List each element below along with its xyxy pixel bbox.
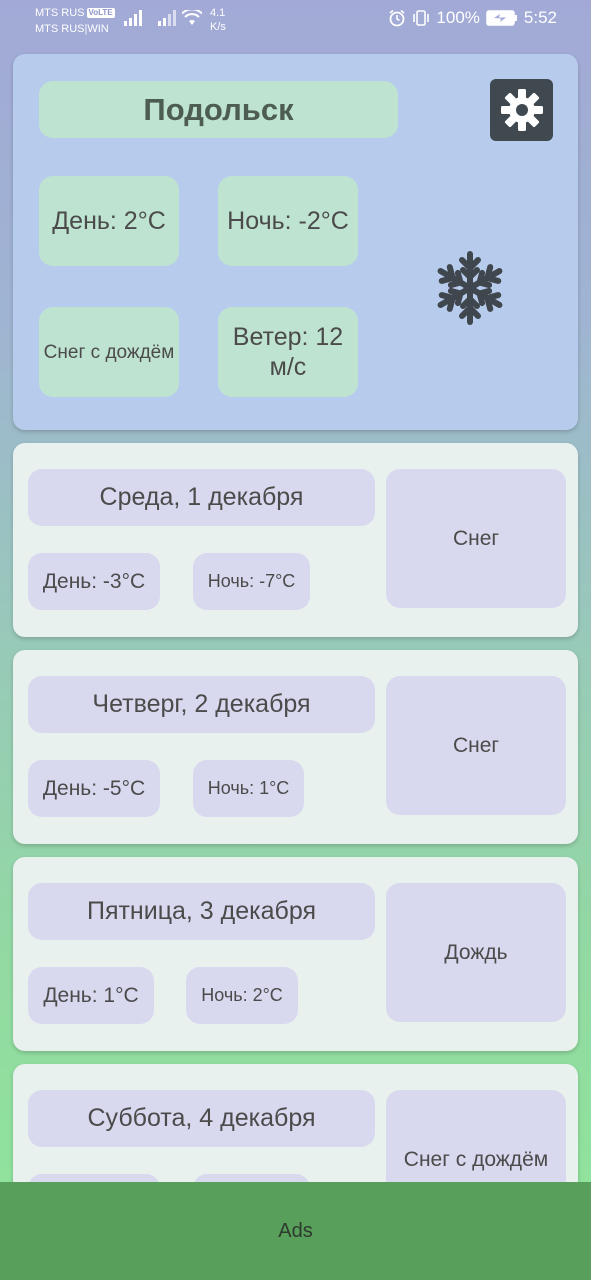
battery-percent: 100% <box>436 8 480 27</box>
battery-icon <box>486 10 517 26</box>
forecast-condition: Снег <box>386 676 566 815</box>
carrier-1: MTS RUS <box>35 7 85 19</box>
settings-button[interactable] <box>490 79 553 141</box>
forecast-night-temp: Ночь: 2°C <box>186 967 298 1024</box>
gear-icon <box>500 89 543 131</box>
snowflake-icon <box>430 251 510 328</box>
ad-banner[interactable]: Ads <box>0 1182 591 1280</box>
wifi-icon <box>182 10 202 25</box>
forecast-night-temp: Ночь: -7°C <box>193 553 310 610</box>
clock: 5:52 <box>523 8 557 27</box>
status-bar: MTS RUS VoLTE MTS RUS|WIN 4.1 K/s 100% 5… <box>0 0 591 40</box>
forecast-card[interactable]: Четверг, 2 декабря День: -5°C Ночь: 1°C … <box>13 650 578 844</box>
forecast-day-temp: День: -3°C <box>28 553 160 610</box>
network-speed: 4.1 K/s <box>210 7 226 33</box>
forecast-card[interactable]: Пятница, 3 декабря День: 1°C Ночь: 2°C Д… <box>13 857 578 1051</box>
forecast-night-temp: Ночь: 1°C <box>193 760 304 817</box>
forecast-day-temp: День: -5°C <box>28 760 160 817</box>
ad-label: Ads <box>278 1219 313 1242</box>
city-name[interactable]: Подольск <box>39 81 398 138</box>
forecast-date: Четверг, 2 декабря <box>28 676 375 733</box>
current-weather-card: Подольск День: 2°C Ночь: -2°C Снег с дож… <box>13 54 578 430</box>
current-night-temp: Ночь: -2°C <box>218 176 358 266</box>
alarm-icon <box>389 9 405 27</box>
current-wind: Ветер: 12 м/с <box>218 307 358 397</box>
carrier-2: MTS RUS|WIN <box>35 23 109 35</box>
forecast-date: Суббота, 4 декабря <box>28 1090 375 1147</box>
vibrate-icon <box>413 10 430 26</box>
carrier-info: MTS RUS VoLTE MTS RUS|WIN <box>35 5 115 37</box>
status-right: 100% 5:52 <box>388 8 557 28</box>
forecast-day-temp: День: 1°C <box>28 967 154 1024</box>
signal-icon-2 <box>158 10 176 26</box>
volte-badge: VoLTE <box>86 8 115 18</box>
current-condition: Снег с дождём <box>39 307 179 397</box>
forecast-condition: Снег <box>386 469 566 608</box>
forecast-date: Среда, 1 декабря <box>28 469 375 526</box>
forecast-condition: Дождь <box>386 883 566 1022</box>
forecast-date: Пятница, 3 декабря <box>28 883 375 940</box>
current-day-temp: День: 2°C <box>39 176 179 266</box>
signal-icon <box>124 10 142 26</box>
forecast-card[interactable]: Среда, 1 декабря День: -3°C Ночь: -7°C С… <box>13 443 578 637</box>
